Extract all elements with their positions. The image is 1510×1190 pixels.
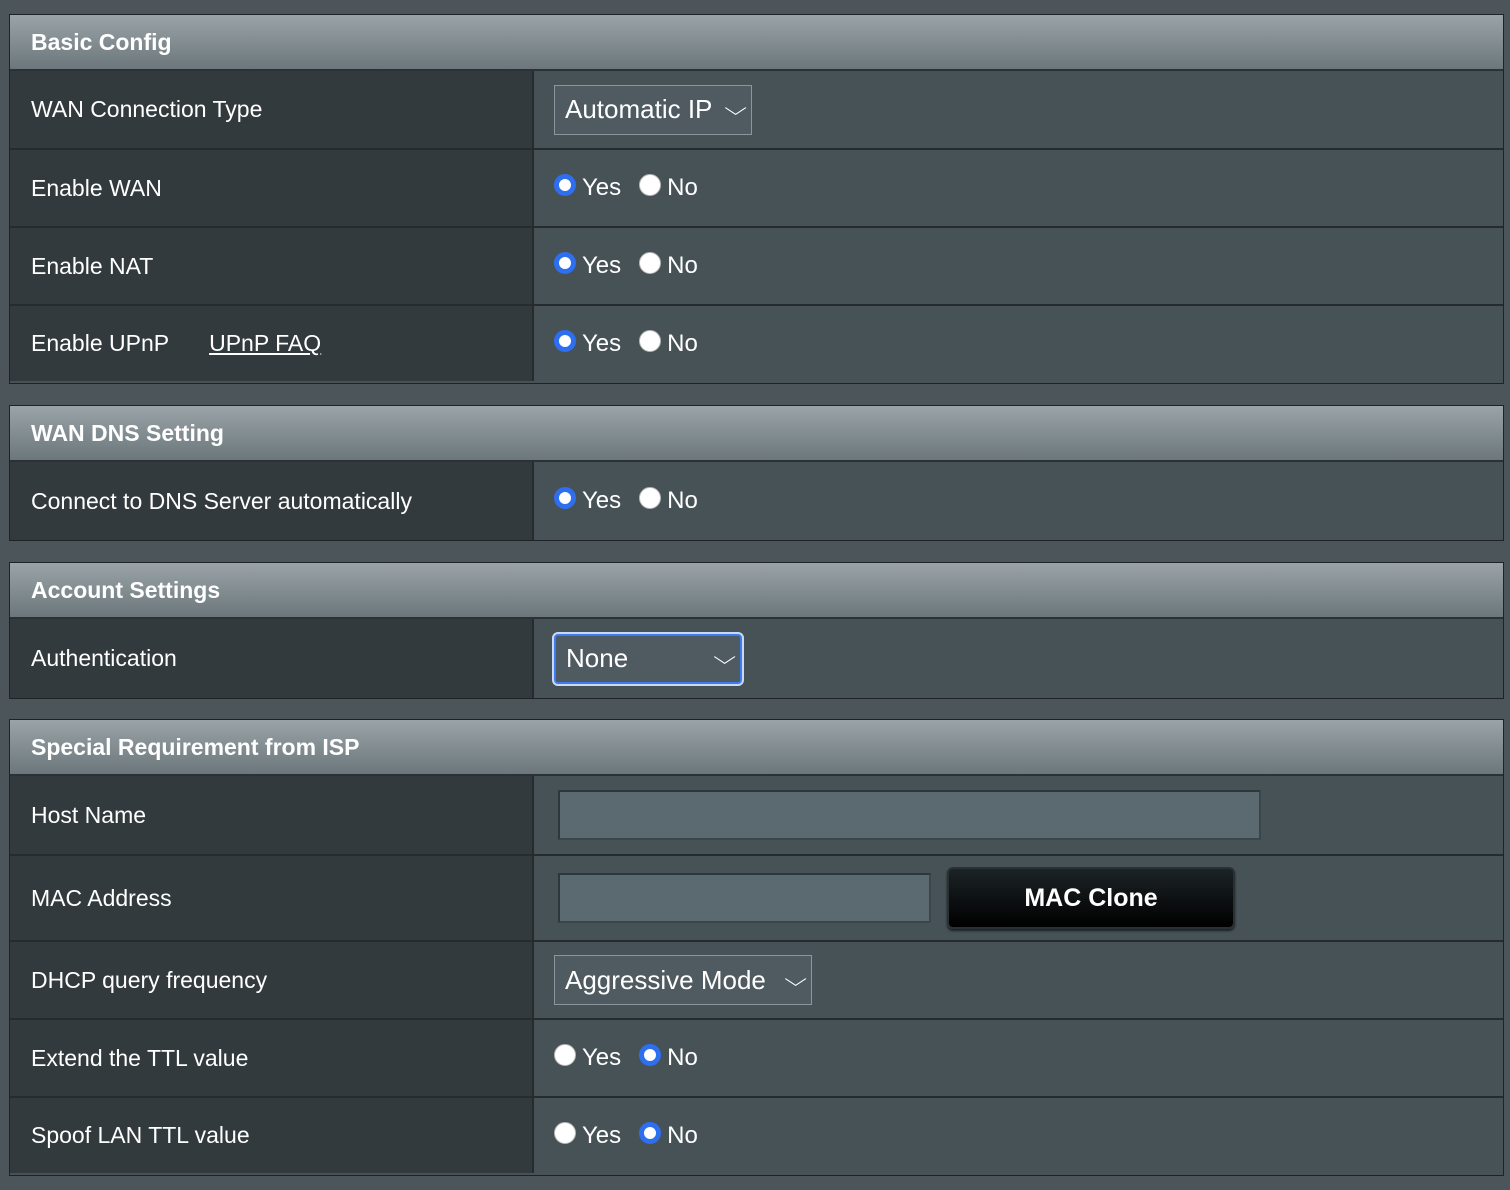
section-title: Basic Config (10, 15, 1503, 71)
dns-auto-no-radio[interactable] (639, 487, 662, 509)
radio-label-yes: Yes (582, 252, 622, 279)
extend-ttl-row: Extend the TTL value Yes No (10, 1018, 1503, 1096)
mac-address-input[interactable] (558, 873, 931, 923)
row-label: Extend the TTL value (10, 1020, 534, 1096)
section-title: WAN DNS Setting (10, 406, 1503, 462)
chevron-down-icon: ⌵ (713, 647, 736, 669)
radio-label-no: No (667, 487, 698, 514)
row-label: Spoof LAN TTL value (10, 1098, 534, 1173)
radio-label-no: No (667, 1044, 698, 1071)
enable-upnp-yes-radio[interactable] (554, 329, 576, 352)
account-settings-section: Account Settings Authentication None ⌵ (9, 562, 1504, 699)
enable-nat-row: Enable NAT Yes No (10, 226, 1503, 304)
enable-nat-yes-radio[interactable] (554, 252, 576, 274)
row-label: Authentication (10, 619, 534, 698)
wan-dns-section: WAN DNS Setting Connect to DNS Server au… (9, 405, 1504, 541)
radio-label-no: No (667, 329, 698, 357)
select-value: None (566, 643, 629, 673)
spoof-ttl-row: Spoof LAN TTL value Yes No (10, 1096, 1503, 1173)
enable-wan-yes-radio[interactable] (554, 174, 576, 196)
host-name-row: Host Name (10, 776, 1503, 854)
wan-connection-type-row: WAN Connection Type Automatic IP ⌵ (10, 71, 1503, 148)
extend-ttl-yes-radio[interactable] (554, 1044, 576, 1066)
chevron-down-icon: ⌵ (784, 968, 807, 991)
row-label: WAN Connection Type (10, 71, 534, 148)
row-label: Connect to DNS Server automatically (10, 462, 534, 540)
extend-ttl-no-radio[interactable] (639, 1044, 662, 1066)
row-label: Enable WAN (10, 150, 534, 226)
section-title: Special Requirement from ISP (10, 720, 1503, 776)
select-value: Aggressive Mode (565, 964, 766, 995)
radio-label-no: No (667, 1121, 698, 1149)
section-title: Account Settings (10, 563, 1503, 619)
dns-auto-yes-radio[interactable] (554, 487, 576, 509)
enable-wan-row: Enable WAN Yes No (10, 148, 1503, 226)
mac-address-row: MAC Address MAC Clone (10, 854, 1503, 940)
enable-upnp-label-cell: Enable UPnP UPnP FAQ (10, 306, 534, 381)
radio-label-yes: Yes (582, 329, 622, 357)
radio-label-yes: Yes (582, 1044, 622, 1071)
spoof-ttl-yes-radio[interactable] (554, 1121, 576, 1144)
dns-auto-row: Connect to DNS Server automatically Yes … (10, 462, 1503, 540)
row-label: Enable UPnP (31, 330, 170, 356)
enable-nat-no-radio[interactable] (639, 252, 662, 274)
row-label: DHCP query frequency (10, 942, 534, 1018)
authentication-select[interactable]: None ⌵ (554, 633, 742, 684)
enable-upnp-row: Enable UPnP UPnP FAQ Yes No (10, 304, 1503, 381)
isp-requirement-section: Special Requirement from ISP Host Name M… (9, 719, 1504, 1176)
row-label: Host Name (10, 776, 534, 854)
enable-upnp-no-radio[interactable] (639, 329, 662, 352)
radio-label-yes: Yes (582, 1121, 622, 1149)
authentication-row: Authentication None ⌵ (10, 619, 1503, 698)
basic-config-section: Basic Config WAN Connection Type Automat… (9, 14, 1504, 384)
host-name-input[interactable] (558, 790, 1261, 840)
upnp-faq-link[interactable]: UPnP FAQ (209, 330, 321, 357)
row-label: Enable NAT (10, 228, 534, 304)
enable-wan-no-radio[interactable] (639, 174, 662, 196)
chevron-down-icon: ⌵ (724, 98, 747, 120)
wan-connection-type-select[interactable]: Automatic IP ⌵ (554, 84, 752, 135)
radio-label-yes: Yes (582, 174, 622, 201)
radio-label-no: No (667, 252, 698, 279)
dhcp-query-frequency-select[interactable]: Aggressive Mode ⌵ (554, 955, 812, 1005)
radio-label-no: No (667, 174, 698, 201)
spoof-ttl-no-radio[interactable] (639, 1121, 662, 1144)
row-label: MAC Address (10, 856, 534, 940)
mac-clone-button[interactable]: MAC Clone (947, 867, 1235, 929)
select-value: Automatic IP (565, 94, 713, 124)
radio-label-yes: Yes (582, 487, 622, 514)
dhcp-query-row: DHCP query frequency Aggressive Mode ⌵ (10, 940, 1503, 1018)
